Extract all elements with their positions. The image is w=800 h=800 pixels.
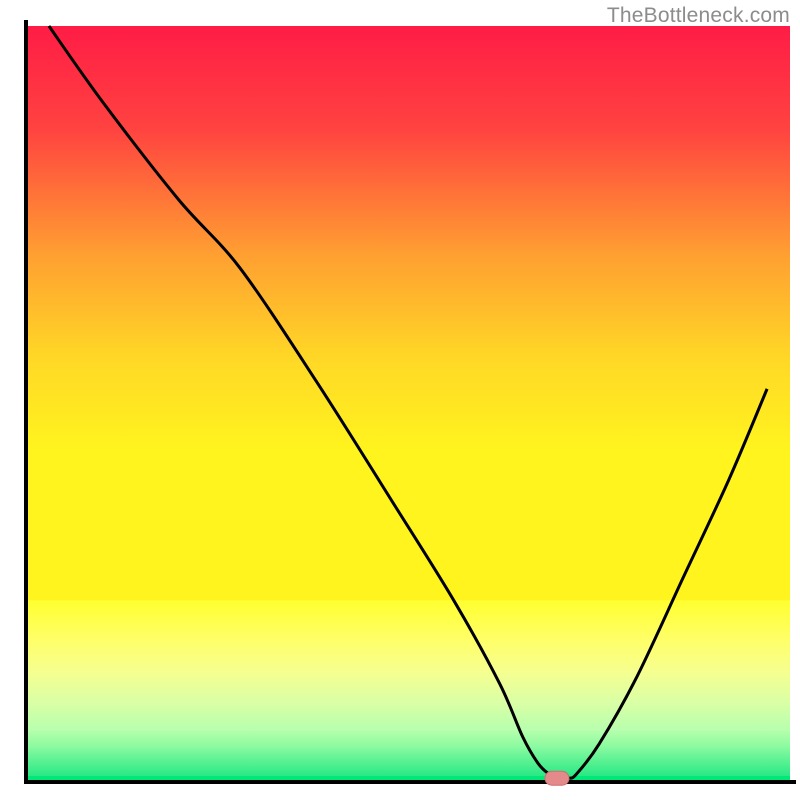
- lower-glow-band: [26, 601, 790, 730]
- target-marker: [545, 771, 569, 785]
- gradient-background: [26, 26, 790, 601]
- bottom-green-band: [26, 729, 790, 782]
- watermark-text: TheBottleneck.com: [607, 4, 790, 28]
- chart-container: { "watermark": "TheBottleneck.com", "cha…: [0, 0, 800, 800]
- chart-svg: [0, 0, 800, 800]
